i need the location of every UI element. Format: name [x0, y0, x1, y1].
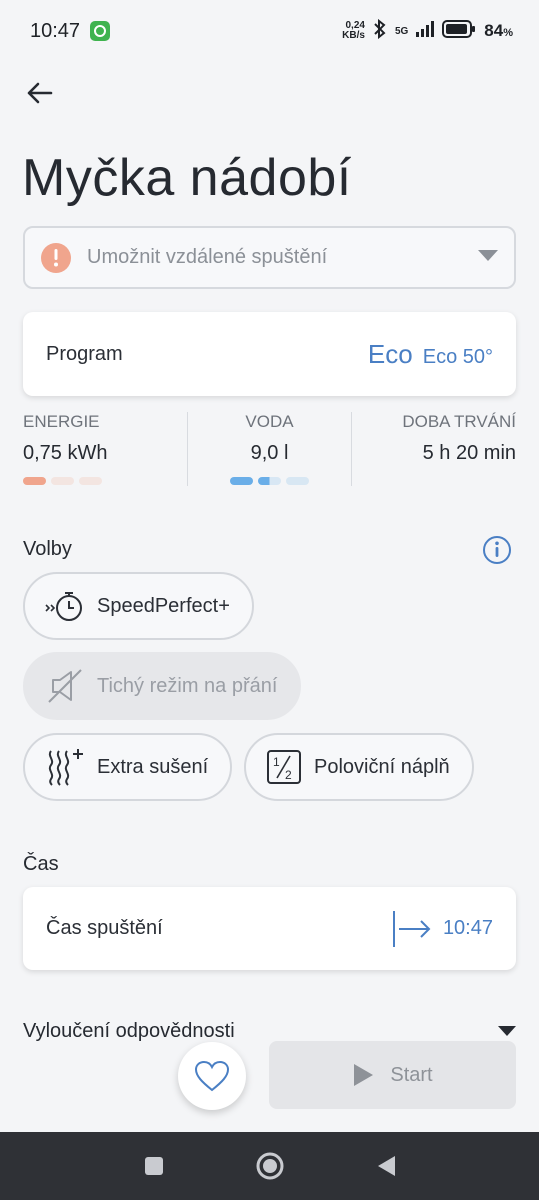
- arrow-left-icon: [27, 82, 53, 104]
- program-label: Program: [46, 342, 123, 365]
- back-button[interactable]: [22, 76, 56, 110]
- option-speedperfect[interactable]: SpeedPerfect+: [23, 572, 254, 640]
- speed-timer-icon: [45, 592, 82, 621]
- arrow-right-bar-icon: [392, 910, 431, 947]
- option-extra-dry[interactable]: Extra sušení: [23, 733, 233, 801]
- program-name: Eco 50°: [422, 345, 493, 368]
- heart-icon: [194, 1060, 230, 1092]
- level-segment: [79, 477, 102, 485]
- program-stats: ENERGIE 0,75 kWh VODA 9,0 l DOBA TRVÁNÍ …: [23, 412, 516, 488]
- status-bar: 10:47 0,24 KB/s 5G 84%: [0, 0, 539, 62]
- stat-duration: DOBA TRVÁNÍ 5 h 20 min: [352, 412, 516, 488]
- page-title: Myčka nádobí: [22, 149, 352, 207]
- svg-text:2: 2: [285, 768, 292, 782]
- level-segment: [51, 477, 74, 485]
- stat-energy: ENERGIE 0,75 kWh: [23, 412, 187, 488]
- start-time-card[interactable]: Čas spuštění 10:47: [23, 887, 516, 970]
- eco-logo: Eco: [367, 338, 413, 369]
- info-icon: [483, 536, 511, 564]
- favorite-button[interactable]: [178, 1042, 246, 1110]
- program-value: Eco Eco 50°: [368, 339, 493, 370]
- start-time-label: Čas spuštění: [46, 917, 163, 939]
- back-nav-icon[interactable]: [376, 1155, 396, 1177]
- battery-percent: 84%: [484, 21, 513, 40]
- stat-label: VODA: [245, 412, 294, 431]
- water-level-bar: [188, 477, 352, 485]
- bluetooth-icon: [373, 18, 387, 44]
- start-button[interactable]: Start: [269, 1041, 516, 1109]
- stat-label: ENERGIE: [23, 412, 100, 431]
- start-time-value: 10:47: [391, 909, 493, 949]
- system-nav-bar: [0, 1132, 539, 1200]
- chip-label: Tichý režim na přání: [97, 674, 278, 697]
- caret-down-icon: [478, 249, 498, 267]
- options-title: Volby: [23, 538, 72, 560]
- option-quiet-mode[interactable]: Tichý režim na přání: [23, 652, 302, 720]
- half-load-icon: 1 2: [267, 750, 301, 784]
- program-card[interactable]: Program Eco Eco 50°: [23, 312, 516, 396]
- svg-text:1: 1: [273, 755, 280, 769]
- level-segment: [258, 477, 281, 485]
- option-half-load[interactable]: 1 2 Poloviční náplň: [244, 733, 474, 801]
- info-button[interactable]: [482, 535, 512, 565]
- mute-speaker-icon: [48, 669, 82, 703]
- recent-apps-icon[interactable]: [144, 1156, 164, 1176]
- chip-label: SpeedPerfect+: [97, 594, 230, 617]
- energy-level-bar: [23, 477, 187, 485]
- stat-value: 9,0 l: [250, 442, 289, 464]
- level-segment: [230, 477, 253, 485]
- disclaimer-toggle[interactable]: Vyloučení odpovědnosti: [23, 1020, 516, 1043]
- status-time: 10:47: [30, 19, 81, 42]
- app-notification-icon: [90, 21, 111, 41]
- stat-label: DOBA TRVÁNÍ: [402, 412, 517, 431]
- time-title: Čas: [23, 853, 59, 875]
- battery-icon: [442, 19, 476, 43]
- chip-label: Extra sušení: [97, 755, 209, 778]
- start-time-text: 10:47: [442, 917, 493, 939]
- network-type: 5G: [394, 25, 409, 37]
- network-speed: 0,24 KB/s: [342, 20, 365, 41]
- heat-waves-icon: [48, 749, 83, 786]
- disclaimer-label: Vyloučení odpovědnosti: [23, 1020, 235, 1042]
- stat-value: 5 h 20 min: [422, 442, 517, 464]
- remote-start-label: Umožnit vzdálené spuštění: [87, 246, 328, 268]
- stat-value: 0,75 kWh: [23, 442, 108, 464]
- home-icon[interactable]: [256, 1152, 284, 1180]
- warning-icon: [41, 242, 71, 273]
- level-segment: [286, 477, 309, 485]
- start-label: Start: [390, 1063, 433, 1086]
- level-segment: [23, 477, 46, 485]
- play-icon: [354, 1064, 374, 1086]
- stat-water: VODA 9,0 l: [188, 412, 352, 488]
- chip-label: Poloviční náplň: [314, 755, 450, 778]
- caret-down-icon: [498, 1026, 516, 1036]
- signal-icon: [416, 20, 435, 42]
- remote-start-dropdown[interactable]: Umožnit vzdálené spuštění: [23, 226, 516, 289]
